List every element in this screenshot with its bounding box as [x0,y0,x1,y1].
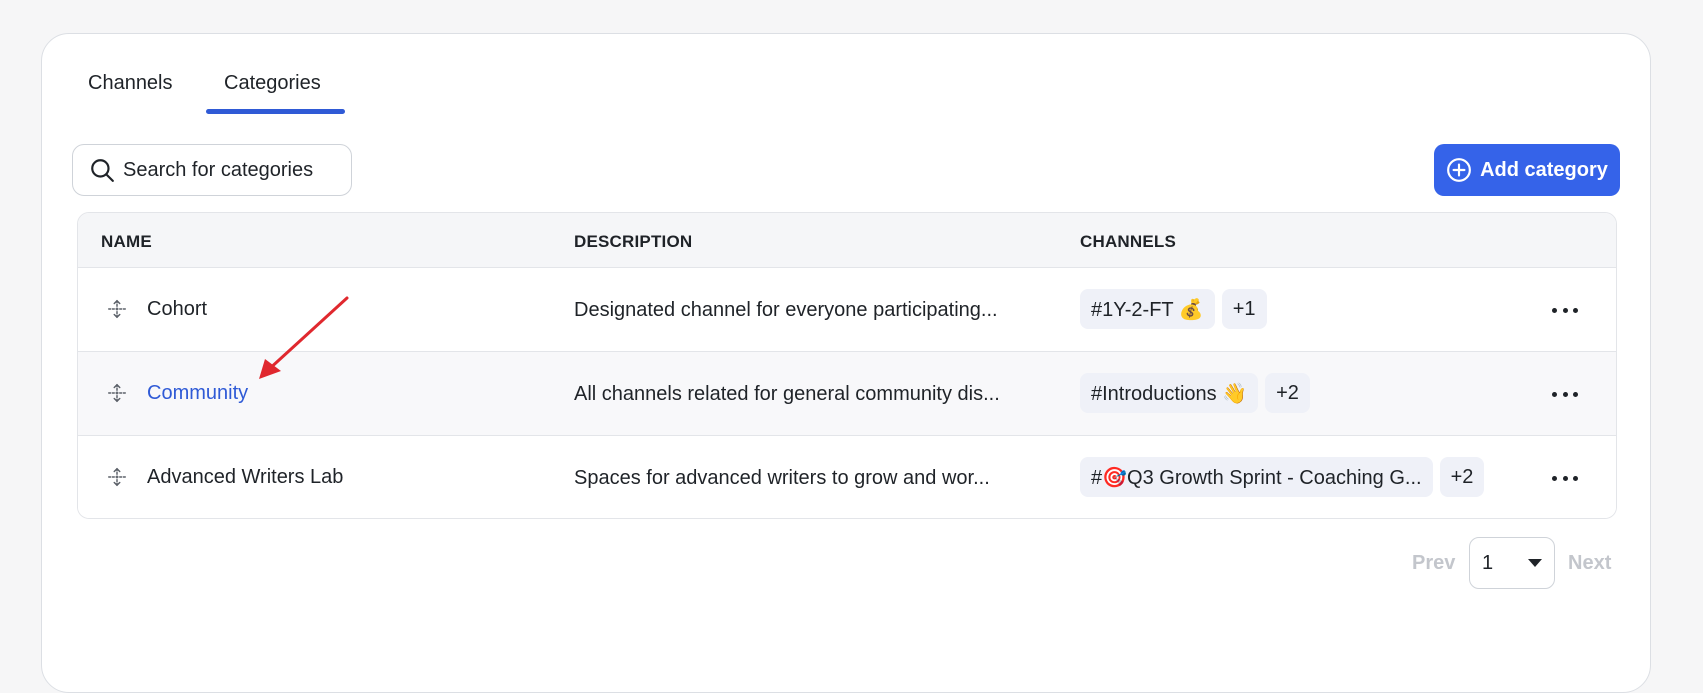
column-header-channels: CHANNELS [1080,232,1177,251]
drag-handle-icon[interactable] [106,382,128,404]
column-header-description: DESCRIPTION [574,232,693,251]
column-header-name: NAME [101,232,152,251]
categories-card: Channels Categories Add category NAME DE… [41,33,1651,693]
tab-bar: Channels Categories [42,34,1650,114]
channel-chips: #🎯Q3 Growth Sprint - Coaching G... +2 [1080,457,1485,497]
row-actions-more-icon[interactable] [1552,298,1578,322]
table-row: Cohort Designated channel for everyone p… [78,268,1616,352]
more-channels-chip[interactable]: +1 [1221,289,1267,329]
category-description: All channels related for general communi… [574,383,1000,405]
page-select[interactable]: 1 [1469,537,1555,589]
page-select-value: 1 [1482,551,1494,574]
category-description: Spaces for advanced writers to grow and … [574,467,990,489]
drag-handle-icon[interactable] [106,466,128,488]
category-name[interactable]: Advanced Writers Lab [147,466,343,489]
add-category-button[interactable]: Add category [1434,144,1620,196]
tab-categories[interactable]: Categories [224,72,321,95]
drag-handle-icon[interactable] [106,298,128,320]
table-header: NAME DESCRIPTION CHANNELS [78,213,1616,268]
categories-table: NAME DESCRIPTION CHANNELS Cohort Designa… [77,212,1617,519]
next-page-button[interactable]: Next [1568,552,1611,575]
table-row: Community All channels related for gener… [78,352,1616,436]
search-icon [91,159,114,182]
channel-chip[interactable]: #Introductions 👋 [1080,373,1259,413]
row-actions-more-icon[interactable] [1552,382,1578,406]
tab-channels[interactable]: Channels [88,72,173,95]
channel-chip[interactable]: #1Y-2-FT 💰 [1080,289,1215,329]
category-description: Designated channel for everyone particip… [574,299,998,321]
active-tab-indicator [206,109,345,114]
pagination: Prev 1 Next [1412,537,1622,589]
search-input[interactable] [123,158,333,182]
add-category-label: Add category [1480,158,1608,181]
search-field[interactable] [72,144,352,196]
channel-chips: #Introductions 👋 +2 [1080,373,1310,413]
chevron-down-icon [1528,559,1542,567]
category-name[interactable]: Cohort [147,298,207,321]
table-row: Advanced Writers Lab Spaces for advanced… [78,436,1616,518]
prev-page-button[interactable]: Prev [1412,552,1455,575]
row-actions-more-icon[interactable] [1552,466,1578,490]
more-channels-chip[interactable]: +2 [1439,457,1485,497]
plus-circle-icon [1447,158,1472,182]
channel-chip[interactable]: #🎯Q3 Growth Sprint - Coaching G... [1080,457,1433,497]
more-channels-chip[interactable]: +2 [1265,373,1310,413]
category-name[interactable]: Community [147,382,248,405]
channel-chips: #1Y-2-FT 💰 +1 [1080,289,1267,329]
